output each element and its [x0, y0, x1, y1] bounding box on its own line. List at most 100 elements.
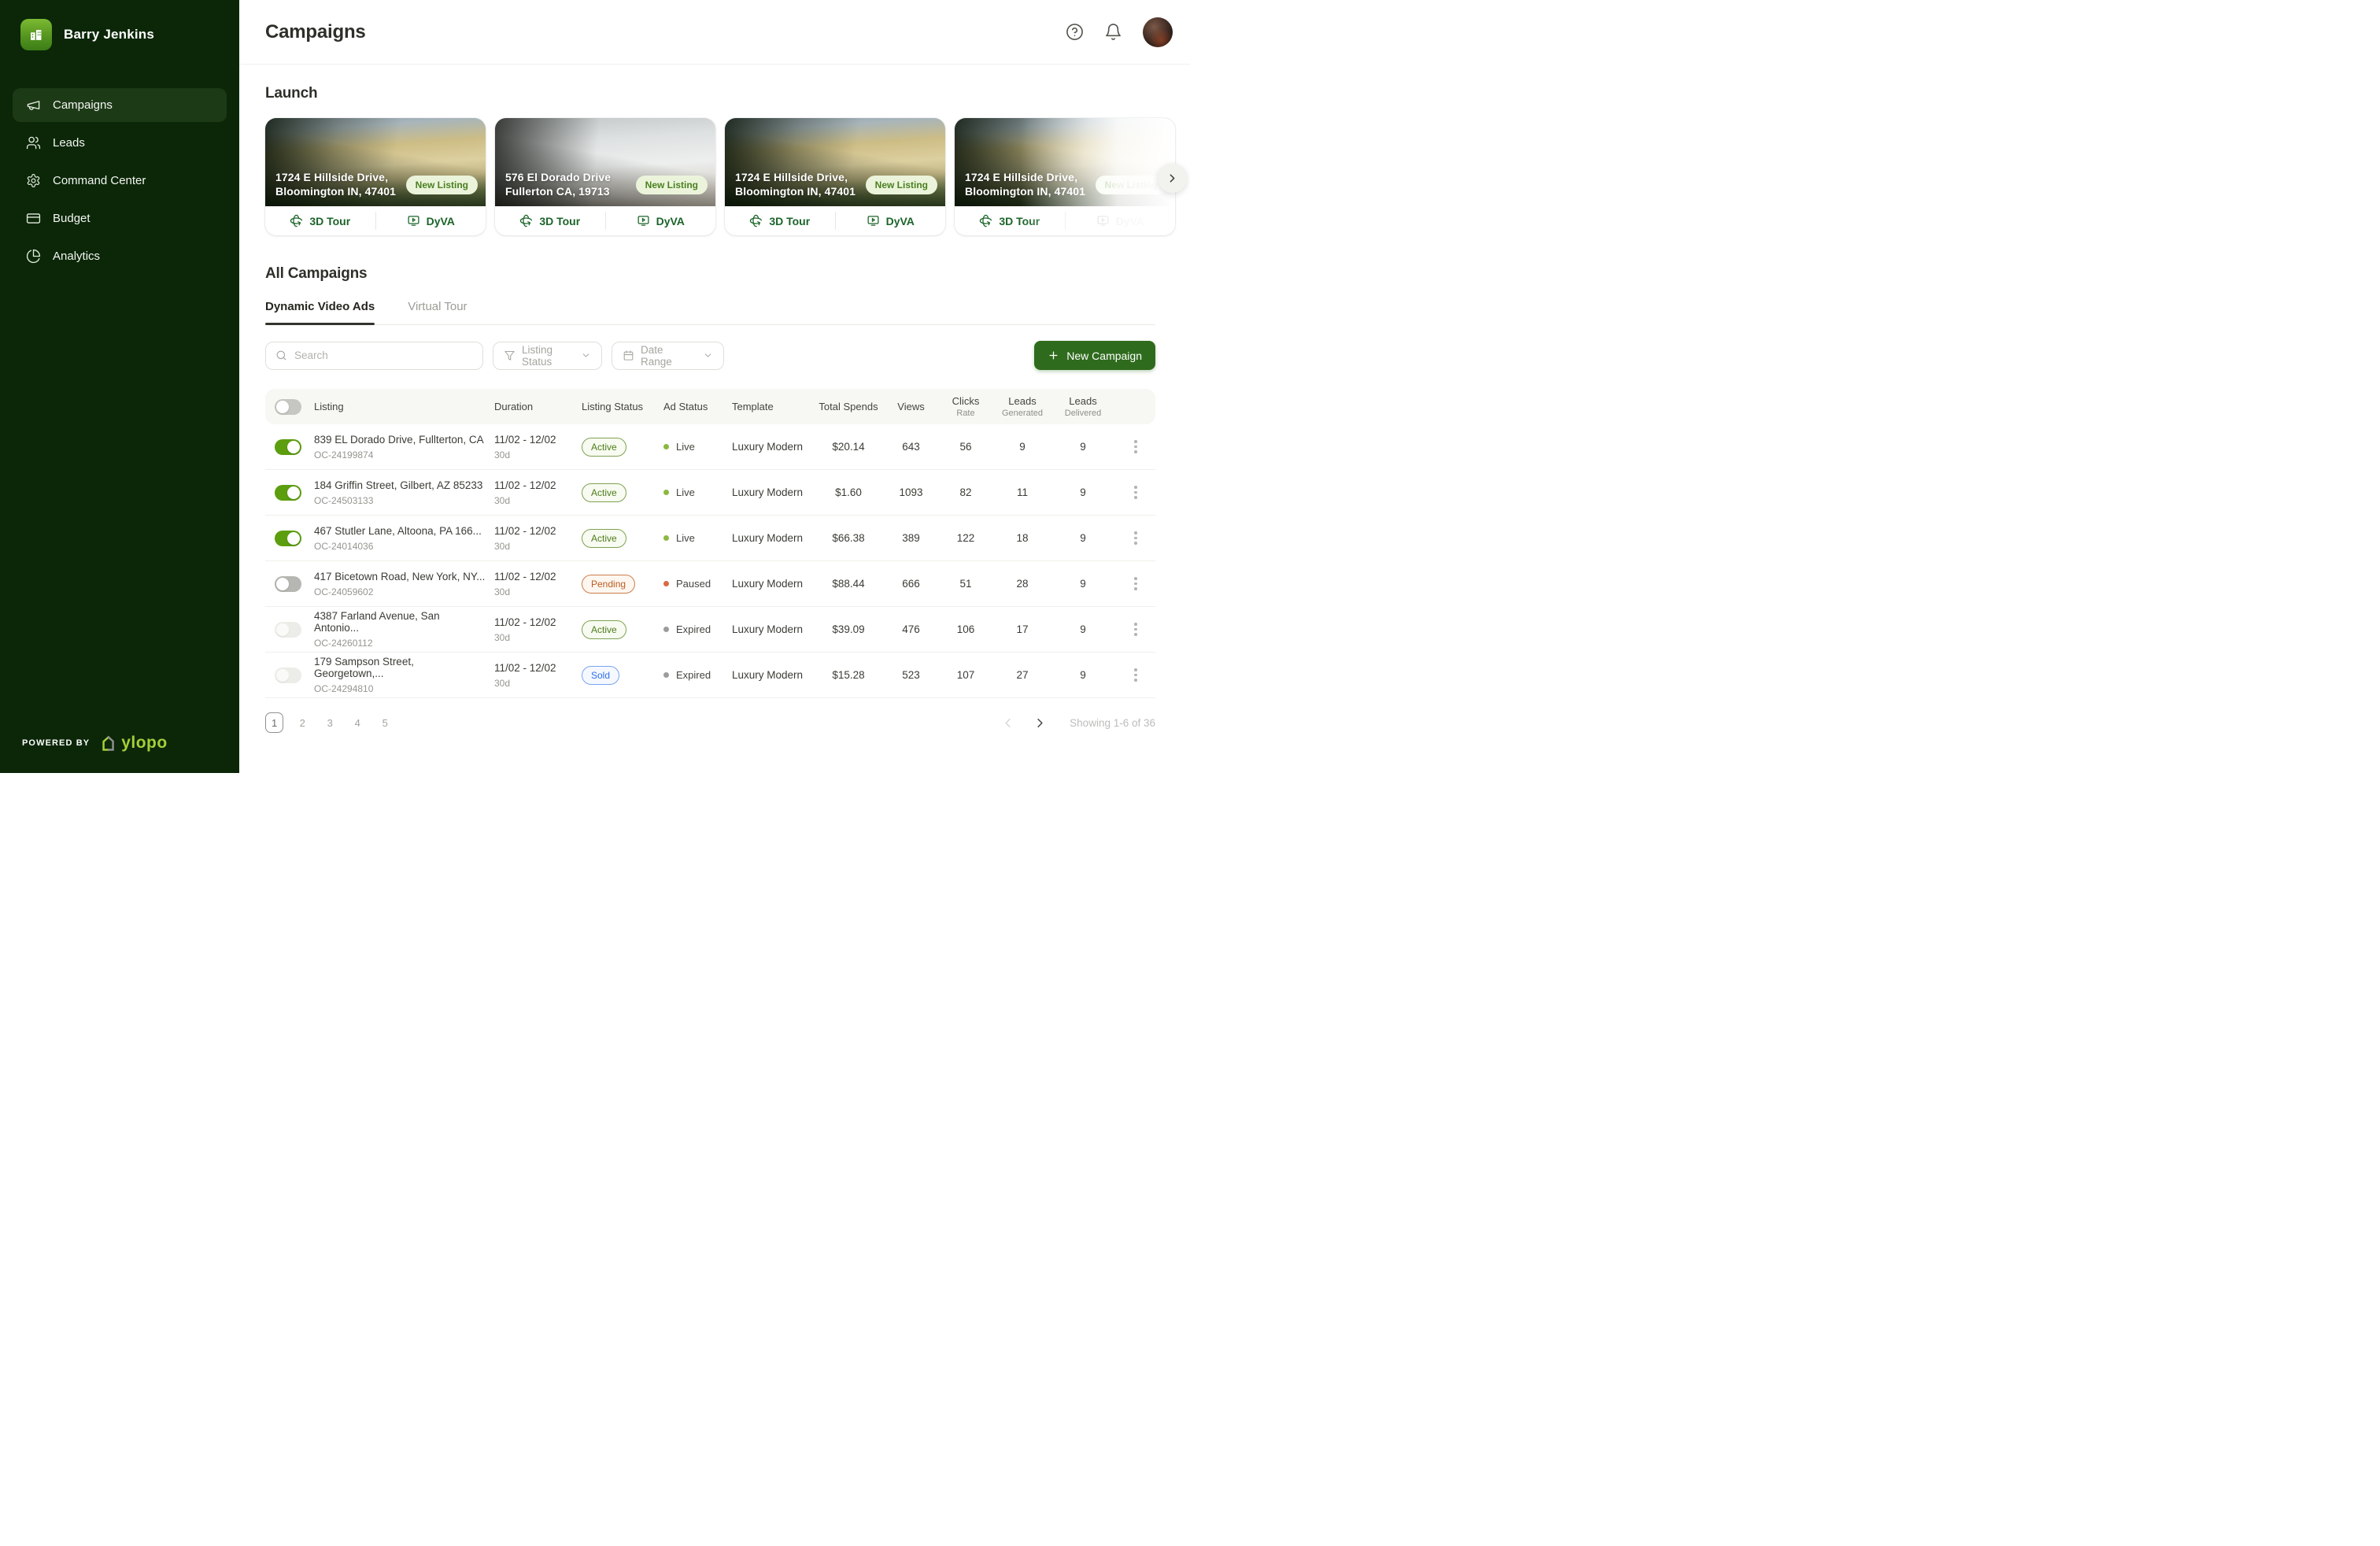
- 3d-tour-button[interactable]: 3D Tour: [725, 206, 835, 235]
- table-row: 467 Stutler Lane, Altoona, PA 166... OC-…: [265, 516, 1155, 561]
- ylopo-wordmark: ylopo: [121, 734, 168, 753]
- launch-card[interactable]: 1724 E Hillside Drive,Bloomington IN, 47…: [265, 118, 486, 235]
- launch-card[interactable]: 1724 E Hillside Drive,Bloomington IN, 47…: [725, 118, 945, 235]
- 3d-tour-button[interactable]: 3D Tour: [265, 206, 375, 235]
- all-campaigns-title: All Campaigns: [265, 265, 1155, 283]
- leads-delivered: 9: [1050, 578, 1116, 590]
- campaign-toggle[interactable]: [275, 622, 301, 638]
- listing-photo: 1724 E Hillside Drive,Bloomington IN, 47…: [725, 118, 945, 206]
- views: 666: [885, 578, 937, 590]
- monitor-play-icon: [407, 214, 420, 227]
- search-input-wrap: [265, 342, 483, 370]
- page-button-2[interactable]: 2: [294, 712, 311, 733]
- listing-address: 1724 E Hillside Drive,Bloomington IN, 47…: [275, 170, 396, 200]
- credit-card-icon: [26, 211, 41, 226]
- campaign-toggle[interactable]: [275, 668, 301, 683]
- listing-status-badge: Active: [582, 438, 626, 457]
- page-button-1[interactable]: 1: [265, 712, 283, 733]
- date-range-filter[interactable]: Date Range: [612, 342, 724, 370]
- row-menu-kebab-icon[interactable]: [1129, 572, 1142, 595]
- duration: 11/02 - 12/02: [494, 616, 575, 628]
- campaign-toggle[interactable]: [275, 576, 301, 592]
- search-icon: [275, 350, 287, 361]
- sidebar-item-budget[interactable]: Budget: [13, 202, 227, 235]
- listing-status-filter[interactable]: Listing Status: [493, 342, 602, 370]
- rotate-3d-icon: [519, 214, 533, 227]
- duration: 11/02 - 12/02: [494, 479, 575, 491]
- row-menu-kebab-icon[interactable]: [1129, 618, 1142, 641]
- card-actions: 3D TourDyVA: [265, 206, 486, 235]
- page-button-3[interactable]: 3: [321, 712, 338, 733]
- page-button-5[interactable]: 5: [376, 712, 394, 733]
- total-spends: $20.14: [811, 441, 885, 453]
- chevron-left-icon[interactable]: [1000, 716, 1015, 730]
- table-body: 839 EL Dorado Drive, Fullterton, CA OC-2…: [265, 424, 1155, 698]
- sidebar-item-analytics[interactable]: Analytics: [13, 239, 227, 273]
- template: Luxury Modern: [723, 486, 811, 498]
- topbar: Campaigns: [239, 0, 1190, 65]
- campaign-toggle[interactable]: [275, 531, 301, 546]
- ylopo-house-icon: [99, 734, 117, 753]
- views: 1093: [885, 486, 937, 498]
- select-all-toggle[interactable]: [275, 399, 301, 415]
- duration-days: 30d: [494, 449, 575, 460]
- dyva-button[interactable]: DyVA: [1066, 206, 1176, 235]
- total-spends: $39.09: [811, 623, 885, 635]
- new-listing-badge: New Listing: [866, 176, 937, 194]
- sidebar-item-campaigns[interactable]: Campaigns: [13, 88, 227, 122]
- views: 523: [885, 669, 937, 681]
- funnel-icon: [504, 350, 516, 361]
- chevron-down-icon: [703, 350, 713, 361]
- chevron-right-icon[interactable]: [1033, 716, 1048, 730]
- launch-cards: 1724 E Hillside Drive,Bloomington IN, 47…: [265, 118, 1155, 235]
- showing-count: Showing 1-6 of 36: [1070, 717, 1155, 729]
- clicks-rate: 122: [937, 532, 995, 544]
- bell-icon[interactable]: [1104, 23, 1122, 41]
- 3d-tour-button[interactable]: 3D Tour: [495, 206, 605, 235]
- help-icon[interactable]: [1066, 23, 1084, 41]
- duration-days: 30d: [494, 586, 575, 597]
- row-menu-kebab-icon[interactable]: [1129, 527, 1142, 549]
- ad-status: Expired: [663, 669, 723, 681]
- dyva-button[interactable]: DyVA: [376, 206, 486, 235]
- leads-generated: 27: [995, 669, 1050, 681]
- leads-delivered: 9: [1050, 486, 1116, 498]
- views: 643: [885, 441, 937, 453]
- status-dot-icon: [663, 444, 669, 449]
- row-menu-kebab-icon[interactable]: [1129, 435, 1142, 458]
- launch-card[interactable]: 576 El Dorado DriveFullerton CA, 19713 N…: [495, 118, 715, 235]
- dyva-button[interactable]: DyVA: [606, 206, 716, 235]
- leads-delivered: 9: [1050, 623, 1116, 635]
- chevron-down-icon: [581, 350, 591, 361]
- carousel-next-button[interactable]: [1158, 164, 1187, 193]
- new-campaign-button[interactable]: New Campaign: [1034, 341, 1155, 370]
- table-row: 4387 Farland Avenue, San Antonio... OC-2…: [265, 607, 1155, 653]
- listing-address: 417 Bicetown Road, New York, NY...: [314, 571, 486, 583]
- sidebar-item-label: Budget: [53, 212, 91, 225]
- listing-status-badge: Active: [582, 620, 626, 639]
- building-icon: [20, 19, 52, 50]
- sidebar-item-command-center[interactable]: Command Center: [13, 164, 227, 198]
- campaign-toggle[interactable]: [275, 485, 301, 501]
- listing-status-badge: Active: [582, 483, 626, 502]
- row-menu-kebab-icon[interactable]: [1129, 481, 1142, 504]
- column-header: Listing Status: [575, 401, 652, 412]
- listing-address: 179 Sampson Street, Georgetown,...: [314, 656, 486, 679]
- monitor-play-icon: [1096, 214, 1110, 227]
- 3d-tour-button[interactable]: 3D Tour: [955, 206, 1065, 235]
- search-input[interactable]: [294, 350, 473, 361]
- tab-dynamic-video-ads[interactable]: Dynamic Video Ads: [265, 300, 375, 324]
- avatar[interactable]: [1143, 17, 1173, 47]
- dyva-button[interactable]: DyVA: [836, 206, 946, 235]
- listing-address: 4387 Farland Avenue, San Antonio...: [314, 610, 486, 634]
- ad-status: Paused: [663, 578, 723, 590]
- page-button-4[interactable]: 4: [349, 712, 366, 733]
- template: Luxury Modern: [723, 441, 811, 453]
- row-menu-kebab-icon[interactable]: [1129, 664, 1142, 686]
- main-area: Campaigns Launch: [239, 0, 1190, 773]
- tab-virtual-tour[interactable]: Virtual Tour: [408, 300, 467, 324]
- sidebar-item-leads[interactable]: Leads: [13, 126, 227, 160]
- campaign-toggle[interactable]: [275, 439, 301, 455]
- launch-card[interactable]: 1724 E Hillside Drive,Bloomington IN, 47…: [955, 118, 1175, 235]
- listing-id: OC-24014036: [314, 541, 486, 552]
